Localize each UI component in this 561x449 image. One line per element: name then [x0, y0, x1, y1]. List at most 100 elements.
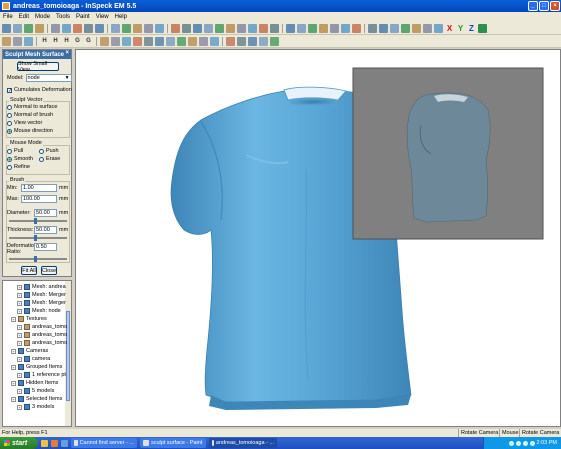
- task-cannot-find-server[interactable]: Cannot find server - ...: [71, 438, 137, 448]
- expand-icon[interactable]: +: [17, 332, 22, 338]
- thickness-slider-knob[interactable]: [34, 235, 37, 241]
- diameter-slider[interactable]: [9, 218, 67, 224]
- menu-file[interactable]: File: [0, 14, 16, 20]
- toolbar-tool-icon[interactable]: [188, 36, 197, 46]
- toolbar-tool-icon[interactable]: [423, 23, 432, 33]
- toolbar-tool-icon[interactable]: [259, 36, 268, 46]
- tree-item[interactable]: +5 models: [17, 387, 54, 395]
- toolbar-tool-icon[interactable]: [111, 23, 120, 33]
- tree-item[interactable]: +1 reference pt: [17, 371, 66, 379]
- toolbar-tool-icon[interactable]: [248, 23, 257, 33]
- toolbar-tool-icon[interactable]: [248, 36, 257, 46]
- ie-quicklaunch-icon[interactable]: [61, 439, 68, 447]
- tree-item[interactable]: + Hidden Items: [11, 379, 58, 387]
- expand-icon[interactable]: +: [17, 292, 22, 298]
- toolbar-tool-icon[interactable]: [2, 36, 11, 46]
- toolbar-tool-icon[interactable]: [122, 23, 131, 33]
- toolbar-tool-icon[interactable]: [379, 23, 388, 33]
- expand-icon[interactable]: +: [17, 308, 22, 314]
- expand-icon[interactable]: +: [17, 284, 22, 290]
- toolbar-tool-icon[interactable]: [226, 23, 235, 33]
- tree-item[interactable]: + Selected Items: [11, 395, 62, 403]
- toolbar-tool-icon[interactable]: [2, 23, 11, 33]
- start-button[interactable]: start: [0, 437, 38, 449]
- axis-x-button[interactable]: X: [445, 24, 454, 33]
- toolbar-tool-icon[interactable]: [133, 36, 142, 46]
- expand-icon[interactable]: +: [17, 340, 22, 346]
- toolbar-tool-icon[interactable]: [319, 23, 328, 33]
- radio-push[interactable]: [39, 148, 44, 154]
- toolbar-green-icon[interactable]: [478, 23, 487, 33]
- deformation-slider-knob[interactable]: [34, 256, 37, 262]
- cumulates-checkbox[interactable]: ✓: [7, 87, 12, 93]
- task-paint[interactable]: sculpt surface - Paint: [140, 438, 206, 448]
- max-input[interactable]: 100.00: [21, 195, 57, 203]
- 3d-viewport[interactable]: [75, 49, 561, 427]
- toolbar-tool-icon[interactable]: [144, 23, 153, 33]
- thickness-input[interactable]: 50.00: [34, 226, 57, 234]
- toolbar-tool-icon[interactable]: [341, 23, 350, 33]
- toolbar-tool-icon[interactable]: [215, 23, 224, 33]
- expand-icon[interactable]: +: [11, 348, 16, 354]
- toolbar-tool-icon[interactable]: [133, 23, 142, 33]
- toolbar-tool-icon[interactable]: [84, 23, 93, 33]
- tree-item[interactable]: + andreas_tomo: [17, 339, 67, 347]
- menu-edit[interactable]: Edit: [16, 14, 32, 20]
- tree-item[interactable]: + Mesh: andrea: [17, 283, 66, 291]
- toolbar-tool-icon[interactable]: [155, 23, 164, 33]
- radio-smooth[interactable]: [7, 156, 12, 162]
- expand-icon[interactable]: +: [17, 324, 22, 330]
- thickness-slider[interactable]: [9, 235, 67, 241]
- menu-view[interactable]: View: [93, 14, 112, 20]
- toolbar-tool-icon[interactable]: [24, 36, 33, 46]
- browser-quicklaunch-icon[interactable]: [51, 439, 58, 447]
- expand-icon[interactable]: +: [17, 356, 22, 362]
- tree-item[interactable]: + Mesh: Merger: [17, 299, 66, 307]
- tray-update-icon[interactable]: [529, 440, 535, 446]
- toolbar-tool-icon[interactable]: [237, 36, 246, 46]
- toolbar-tool-icon[interactable]: [368, 23, 377, 33]
- axis-z-button[interactable]: Z: [467, 24, 476, 33]
- model-select[interactable]: node ▼: [25, 74, 72, 82]
- toolbar-tool-icon[interactable]: [95, 23, 104, 33]
- radio-mouse-direction[interactable]: [7, 128, 12, 134]
- panel-close-icon[interactable]: ×: [65, 50, 69, 56]
- task-inspeck[interactable]: andreas_tomoioaga - ...: [209, 438, 277, 448]
- toolbar-tool-icon[interactable]: [259, 23, 268, 33]
- radio-pull[interactable]: [7, 148, 12, 154]
- minimize-button[interactable]: _: [528, 1, 538, 11]
- toolbar-letter-button[interactable]: G: [84, 37, 93, 46]
- toolbar-letter-button[interactable]: H: [62, 37, 71, 46]
- toolbar-tool-icon[interactable]: [62, 23, 71, 33]
- toolbar-tool-icon[interactable]: [210, 36, 219, 46]
- tree-item[interactable]: + andreas_tomo: [17, 323, 67, 331]
- toolbar-tool-icon[interactable]: [412, 23, 421, 33]
- expand-icon[interactable]: +: [11, 364, 16, 370]
- radio-erase[interactable]: [39, 156, 44, 162]
- show-small-view-button[interactable]: Show Small View: [17, 61, 59, 73]
- tray-security-icon[interactable]: [522, 440, 528, 446]
- toolbar-tool-icon[interactable]: [226, 36, 235, 46]
- toolbar-tool-icon[interactable]: [51, 23, 60, 33]
- close-panel-button[interactable]: Close: [41, 266, 57, 275]
- toolbar-tool-icon[interactable]: [297, 23, 306, 33]
- toolbar-tool-icon[interactable]: [171, 23, 180, 33]
- diameter-input[interactable]: 50.00: [34, 209, 57, 217]
- tree-item[interactable]: + camera: [17, 355, 50, 363]
- tree-item[interactable]: + Grouped Items: [11, 363, 62, 371]
- toolbar-tool-icon[interactable]: [73, 23, 82, 33]
- folder-quicklaunch-icon[interactable]: [41, 439, 48, 447]
- toolbar-tool-icon[interactable]: [330, 23, 339, 33]
- toolbar-tool-icon[interactable]: [401, 23, 410, 33]
- toolbar-tool-icon[interactable]: [111, 36, 120, 46]
- toolbar-letter-button[interactable]: H: [40, 37, 49, 46]
- expand-icon[interactable]: +: [17, 372, 22, 378]
- menu-mode[interactable]: Mode: [32, 14, 53, 20]
- deformation-slider[interactable]: [9, 256, 67, 262]
- menu-help[interactable]: Help: [112, 14, 130, 20]
- fit-all-button[interactable]: Fit All: [21, 266, 37, 275]
- toolbar-tool-icon[interactable]: [193, 23, 202, 33]
- radio-normal-brush[interactable]: [7, 112, 12, 118]
- toolbar-tool-icon[interactable]: [308, 23, 317, 33]
- toolbar-tool-icon[interactable]: [270, 36, 279, 46]
